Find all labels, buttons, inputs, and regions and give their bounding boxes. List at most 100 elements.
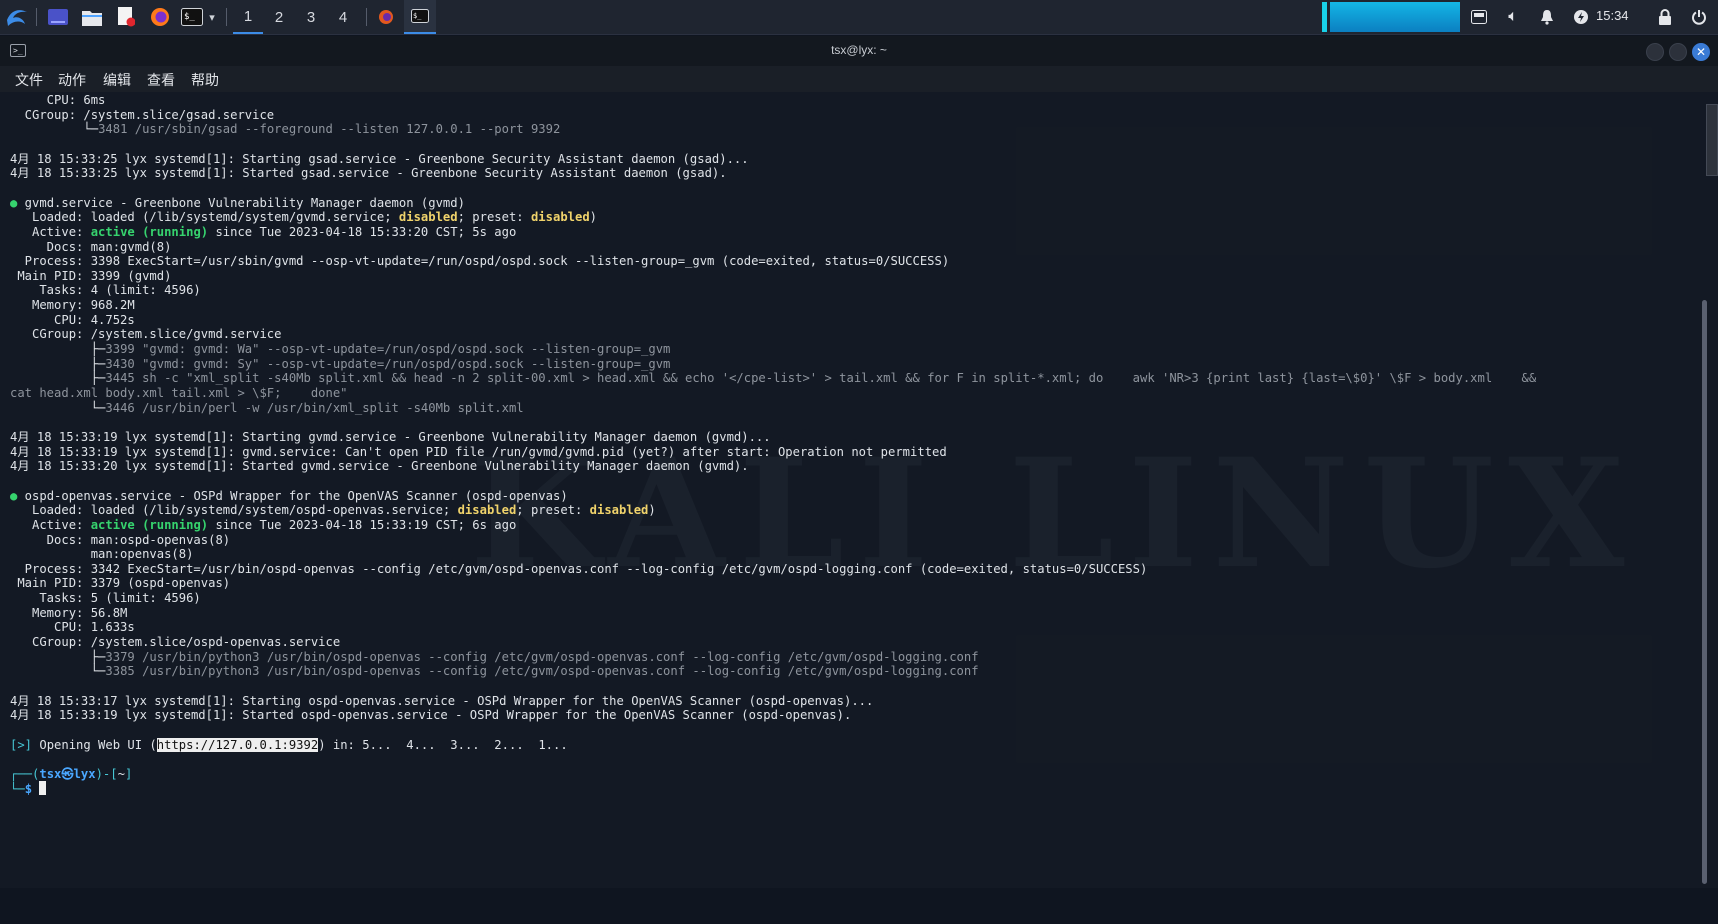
terminal-line: Memory: 56.8M [10, 605, 128, 620]
terminal-text: Opening Web UI ( [32, 737, 157, 752]
workspace-4[interactable]: 4 [328, 0, 358, 34]
terminal-line: 4月 18 15:33:17 lyx systemd[1]: Starting … [10, 693, 874, 708]
workspace-3[interactable]: 3 [296, 0, 326, 34]
text-cursor [39, 780, 47, 795]
terminal-text: ; preset: [457, 210, 531, 225]
terminal-text: active (running) [90, 224, 209, 239]
volume-icon[interactable]: 🔈︎ [1502, 5, 1524, 29]
workspace-2[interactable]: 2 [264, 0, 294, 34]
menu-view[interactable]: 查看 [147, 70, 175, 90]
panel-separator [366, 8, 367, 26]
menu-help[interactable]: 帮助 [191, 70, 219, 90]
desktop-icon[interactable] [46, 5, 70, 29]
close-button[interactable]: ✕ [1692, 43, 1710, 61]
power-icon[interactable] [1570, 5, 1592, 29]
panel-separator [226, 8, 227, 26]
firefox-icon[interactable] [148, 5, 172, 29]
terminal-text: ┌──( [10, 766, 40, 781]
lock-icon[interactable] [1654, 5, 1676, 29]
terminal-text: └─ [10, 400, 106, 415]
terminal-line: CPU: 1.633s [10, 620, 135, 635]
terminal-text: Active: [10, 224, 91, 239]
terminal-text: 3385 /usr/bin/python3 /usr/bin/ospd-open… [105, 664, 979, 679]
window-title: tsx@lyx: ~ [831, 43, 887, 57]
terminal-text: └─ [10, 122, 99, 137]
terminal-line: └─3385 /usr/bin/python3 /usr/bin/ospd-op… [10, 663, 979, 679]
terminal-text: ├─ [10, 342, 106, 357]
terminal-line: Main PID: 3379 (ospd-openvas) [10, 576, 231, 591]
terminal-text: disabled [530, 210, 590, 225]
terminal-line: 4月 18 15:33:19 lyx systemd[1]: Started o… [10, 708, 852, 723]
dropdown-icon[interactable]: ▾ [205, 5, 219, 29]
terminal-line: Memory: 968.2M [10, 298, 135, 313]
terminal-line: Active: active (running) since Tue 2023-… [10, 517, 516, 533]
terminal-line: ├─3399 "gvmd: gvmd: Wa" --osp-vt-update=… [10, 341, 671, 357]
menu-action[interactable]: 动作 [58, 70, 86, 90]
workspace-label: 1 [243, 7, 253, 25]
workspace-1[interactable]: 1 [233, 0, 263, 34]
webui-link[interactable]: https://127.0.0.1:9392 [156, 737, 319, 752]
terminal-text: ) [648, 503, 656, 518]
clock[interactable]: 15:34 [1596, 8, 1629, 23]
notification-bell-icon[interactable] [1536, 5, 1558, 29]
prompt-dir: ~ [117, 766, 125, 781]
terminal-text: cat head.xml body.xml tail.xml > \$F; do… [10, 386, 348, 400]
terminal-output[interactable]: CPU: 6ms CGroup: /system.slice/gsad.serv… [0, 92, 1700, 888]
terminal-line: CPU: 6ms [10, 93, 106, 107]
terminal-line: ├─3445 sh -c "xml_split -s40Mb split.xml… [10, 370, 1537, 386]
menu-bar: 文件 动作 编辑 查看 帮助 [0, 66, 1718, 92]
prompt-user: tsx㉿lyx [39, 766, 96, 781]
task-firefox[interactable] [370, 0, 402, 34]
scrollbar-thumb[interactable] [1702, 300, 1707, 884]
terminal-text: ] [124, 766, 133, 781]
terminal-line: ├─3430 "gvmd: gvmd: Sy" --osp-vt-update=… [10, 356, 671, 372]
terminal-text: 3379 /usr/bin/python3 /usr/bin/ospd-open… [105, 649, 979, 664]
terminal-text: ) [589, 210, 598, 225]
text-editor-icon[interactable] [114, 5, 138, 29]
cpu-graph[interactable] [1330, 2, 1460, 32]
terminal-line: CGroup: /system.slice/ospd-openvas.servi… [10, 635, 341, 650]
file-manager-icon[interactable] [80, 5, 104, 29]
close-icon: ✕ [1695, 45, 1707, 59]
terminal-text: Loaded: loaded (/lib/systemd/system/gvmd… [10, 210, 399, 225]
terminal-text: )-[ [95, 766, 118, 781]
maximize-button[interactable] [1669, 43, 1687, 61]
panel-separator [36, 8, 37, 26]
menu-file[interactable]: 文件 [15, 70, 43, 90]
terminal-text: └─ [10, 664, 106, 679]
terminal-text: 3399 "gvmd: gvmd: Wa" --osp-vt-update=/r… [105, 342, 671, 357]
terminal-line: ┌──(tsx㉿lyx)-[~] [10, 766, 132, 782]
terminal-text: ├─ [10, 356, 106, 371]
terminal-text: disabled [457, 503, 517, 518]
workspace-label: 3 [306, 8, 316, 26]
terminal-line: CGroup: /system.slice/gvmd.service [10, 327, 282, 342]
terminal-icon[interactable]: $_ [180, 5, 204, 29]
terminal-line: 4月 18 15:33:19 lyx systemd[1]: Starting … [10, 429, 771, 444]
minimize-button[interactable] [1646, 43, 1664, 61]
terminal-text: disabled [398, 210, 458, 225]
terminal-text: 3481 /usr/sbin/gsad --foreground --liste… [98, 122, 561, 137]
terminal-line: Tasks: 5 (limit: 4596) [10, 591, 201, 606]
terminal-line: ● ospd-openvas.service - OSPd Wrapper fo… [10, 488, 568, 504]
terminal-line: [>] Opening Web UI (https://127.0.0.1:93… [10, 737, 568, 753]
power-off-icon[interactable] [1688, 5, 1710, 29]
task-terminal[interactable]: $_ [404, 0, 436, 34]
terminal-line: └─$ [10, 780, 47, 797]
terminal-text: ospd-openvas.service - OSPd Wrapper for … [17, 488, 568, 503]
window-titlebar[interactable]: >_ tsx@lyx: ~ ✕ [0, 36, 1718, 66]
terminal-line: Loaded: loaded (/lib/systemd/system/ospd… [10, 502, 656, 518]
terminal-text: ) in: 5... 4... 3... 2... 1... [318, 737, 568, 752]
terminal-text: active (running) [90, 517, 209, 532]
terminal-text: $ [24, 781, 40, 796]
kali-menu-icon[interactable] [4, 5, 30, 29]
terminal-text: gvmd.service - Greenbone Vulnerability M… [17, 195, 465, 210]
terminal-line: └─3446 /usr/bin/perl -w /usr/bin/xml_spl… [10, 400, 524, 416]
terminal-text: Active: [10, 517, 91, 532]
terminal-line: CGroup: /system.slice/gsad.service [10, 107, 275, 122]
menu-edit[interactable]: 编辑 [103, 70, 131, 90]
window-switcher-icon[interactable] [1468, 5, 1490, 29]
terminal-line: CPU: 4.752s [10, 312, 135, 327]
terminal-text: 3446 /usr/bin/perl -w /usr/bin/xml_split… [105, 400, 524, 415]
terminal-text: ├─ [10, 371, 106, 386]
terminal-text: 3445 sh -c "xml_split -s40Mb split.xml &… [105, 371, 1537, 386]
